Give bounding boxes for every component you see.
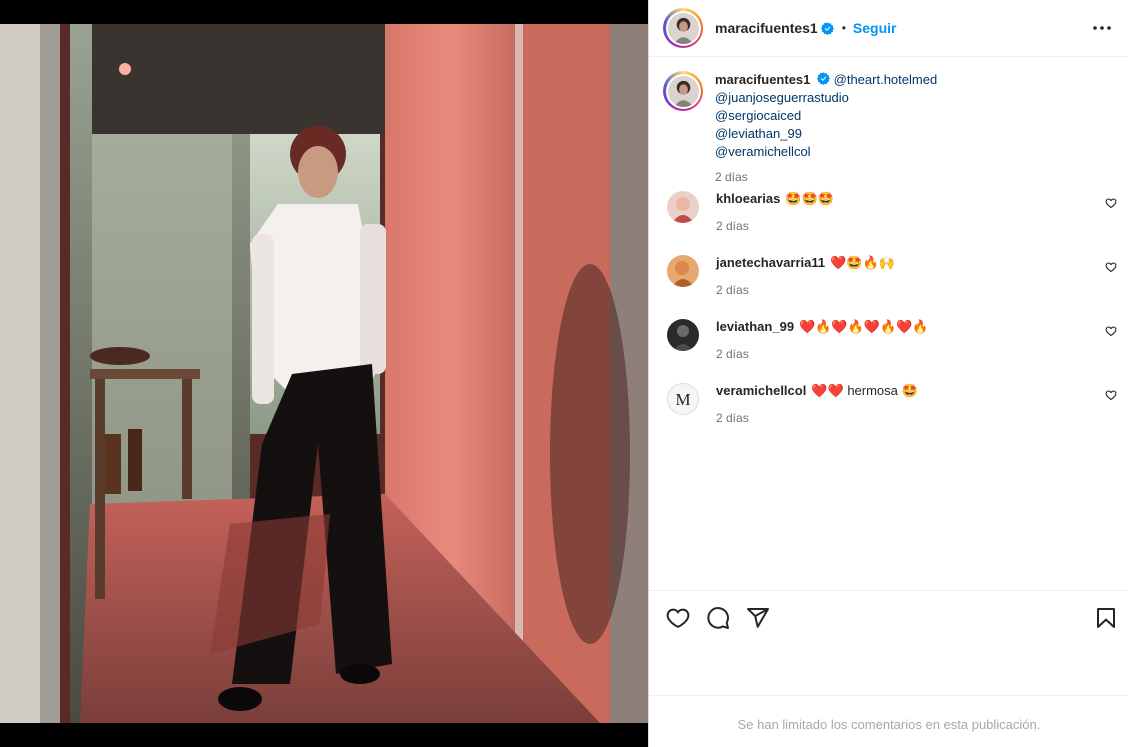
photo-illustration (0, 24, 648, 723)
mention-link[interactable]: @theart.hotelmed (834, 72, 938, 87)
post-modal: maracifuentes1 • Seguir maracifuentes1 @… (0, 0, 1128, 747)
comment-text: 🤩🤩🤩 (785, 191, 834, 206)
header-separator: • (841, 21, 846, 35)
comment-item: M veramichellcol ❤️❤️ hermosa 🤩 2 días (649, 382, 1128, 446)
bookmark-icon[interactable] (1094, 606, 1118, 630)
author-avatar-image (667, 12, 699, 44)
commenter-avatar-letter: M (675, 390, 690, 409)
comment-body: veramichellcol ❤️❤️ hermosa 🤩 2 días (716, 382, 918, 446)
comments-list[interactable]: maracifuentes1 @theart.hotelmed @juanjos… (649, 58, 1128, 590)
comment-text: ❤️❤️ hermosa 🤩 (811, 383, 918, 398)
mention-link[interactable]: @juanjoseguerrastudio (715, 89, 937, 107)
caption-timestamp[interactable]: 2 días (715, 168, 937, 186)
post-photo[interactable] (0, 24, 648, 723)
follow-button[interactable]: Seguir (853, 20, 897, 36)
commenter-avatar[interactable]: M (667, 383, 699, 415)
more-options-button[interactable] (1092, 18, 1112, 38)
comment-item: khloearias 🤩🤩🤩 2 días (649, 190, 1128, 254)
mention-link[interactable]: @sergiocaiced (715, 107, 937, 125)
comments-limited-notice: Se han limitado los comentarios en esta … (649, 695, 1128, 747)
comment-username[interactable]: khloearias (716, 191, 780, 206)
comment-timestamp[interactable]: 2 días (716, 409, 918, 427)
author-avatar[interactable] (663, 8, 703, 48)
commenter-avatar[interactable] (667, 255, 699, 287)
more-horizontal-icon (1093, 26, 1111, 30)
comment-username[interactable]: janetechavarria11 (716, 255, 825, 270)
caption-avatar-image (667, 75, 699, 107)
post-actions (649, 590, 1128, 646)
caption-author-avatar[interactable] (663, 71, 703, 111)
comment-timestamp[interactable]: 2 días (716, 217, 834, 235)
comment-like-heart-icon[interactable] (1105, 325, 1117, 337)
comment-item: leviathan_99 ❤️🔥❤️🔥❤️🔥❤️🔥 2 días (649, 318, 1128, 382)
comment-text: ❤️🤩🔥🙌 (830, 255, 895, 270)
comment-body: leviathan_99 ❤️🔥❤️🔥❤️🔥❤️🔥 2 días (716, 318, 929, 382)
comment-username[interactable]: leviathan_99 (716, 319, 794, 334)
verified-badge-icon (820, 21, 834, 35)
heart-icon[interactable] (666, 606, 690, 630)
send-icon[interactable] (746, 606, 770, 630)
commenter-avatar[interactable] (667, 319, 699, 351)
comment-body: khloearias 🤩🤩🤩 2 días (716, 190, 834, 254)
verified-badge-icon (817, 72, 831, 85)
commenter-avatar[interactable] (667, 191, 699, 223)
comment-icon[interactable] (706, 606, 730, 630)
author-username[interactable]: maracifuentes1 (715, 20, 818, 36)
comment-like-heart-icon[interactable] (1105, 261, 1117, 273)
comment-like-heart-icon[interactable] (1105, 197, 1117, 209)
post-details-panel: maracifuentes1 • Seguir maracifuentes1 @… (648, 0, 1128, 747)
mention-link[interactable]: @leviathan_99 (715, 125, 937, 143)
comment-text: ❤️🔥❤️🔥❤️🔥❤️🔥 (799, 319, 929, 334)
comment-like-heart-icon[interactable] (1105, 389, 1117, 401)
comment-username[interactable]: veramichellcol (716, 383, 806, 398)
comment-timestamp[interactable]: 2 días (716, 345, 929, 363)
caption: maracifuentes1 @theart.hotelmed @juanjos… (649, 58, 1128, 190)
post-header: maracifuentes1 • Seguir (649, 0, 1128, 57)
mention-link[interactable]: @veramichellcol (715, 143, 937, 161)
caption-text: maracifuentes1 @theart.hotelmed @juanjos… (715, 71, 937, 190)
comment-item: janetechavarria11 ❤️🤩🔥🙌 2 días (649, 254, 1128, 318)
caption-username[interactable]: maracifuentes1 (715, 72, 810, 87)
comment-body: janetechavarria11 ❤️🤩🔥🙌 2 días (716, 254, 895, 318)
comment-timestamp[interactable]: 2 días (716, 281, 895, 299)
